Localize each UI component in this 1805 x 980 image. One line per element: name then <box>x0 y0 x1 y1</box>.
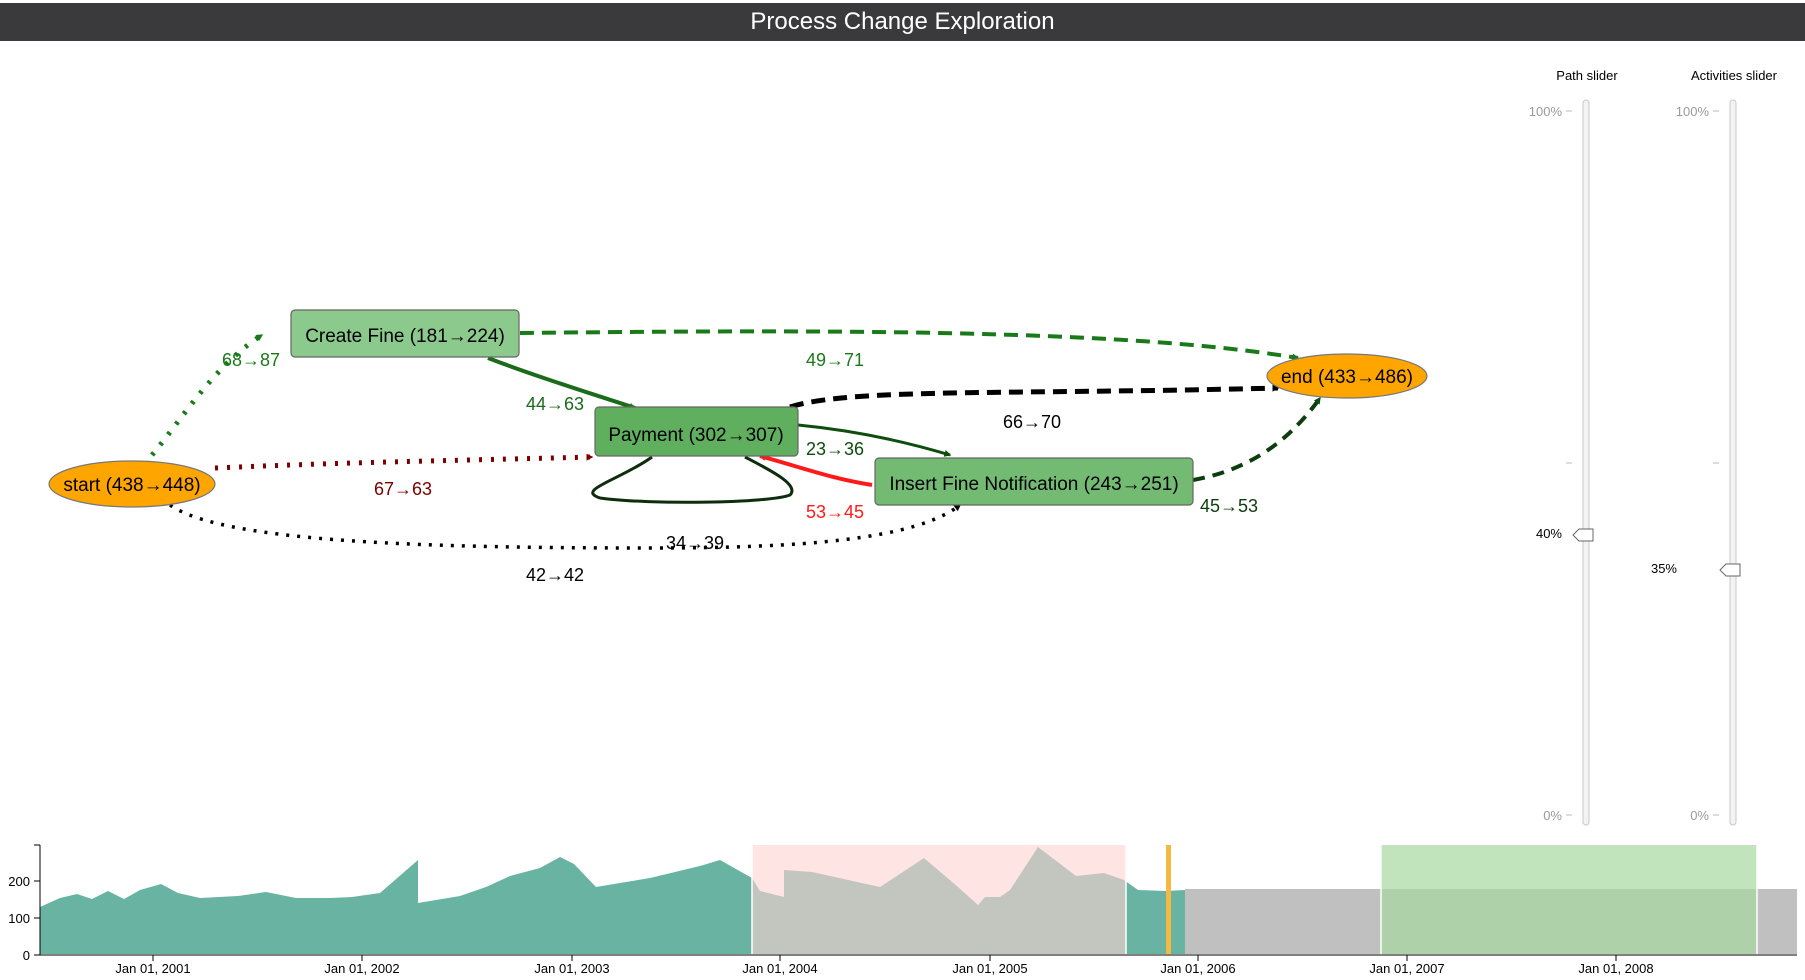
edge-payment-self[interactable] <box>591 455 794 504</box>
timeline-x-tick: Jan 01, 2004 <box>742 961 817 976</box>
node-payment[interactable]: Payment (302→307) <box>594 406 799 457</box>
timeline-after-window[interactable] <box>1381 845 1757 954</box>
edge-label-start-payment: 67→63 <box>374 479 432 499</box>
edge-label-payment-insert: 23→36 <box>806 439 864 459</box>
timeline-y-tick: 200 <box>8 874 30 889</box>
edge-create-fine-end[interactable] <box>519 329 1300 361</box>
path-slider[interactable]: Path slider 100% 0% 40% <box>1529 68 1619 826</box>
edge-label-create-fine-end: 49→71 <box>806 350 864 370</box>
timeline-chart <box>40 845 1797 954</box>
timeline-x-tick: Jan 01, 2007 <box>1369 961 1444 976</box>
edge-label-create-fine-payment: 44→63 <box>526 394 584 414</box>
path-slider-track[interactable] <box>1582 99 1590 826</box>
activities-slider[interactable]: Activities slider 100% 0% 35% <box>1651 68 1778 826</box>
timeline-x-tick: Jan 01, 2002 <box>324 961 399 976</box>
timeline-current-marker[interactable] <box>1166 845 1171 954</box>
timeline-x-tick: Jan 01, 2001 <box>115 961 190 976</box>
node-create-fine-label: Create Fine (181→224) <box>305 326 505 347</box>
path-slider-value-label: 40% <box>1536 526 1562 541</box>
timeline-y-tick: 100 <box>8 911 30 926</box>
timeline-x-tick: Jan 01, 2003 <box>534 961 609 976</box>
edge-label-insert-payment: 53→45 <box>806 502 864 522</box>
node-start[interactable]: start (438→448) <box>48 460 216 508</box>
node-insert-fine-notification-label: Insert Fine Notification (243→251) <box>889 474 1178 495</box>
activities-slider-title: Activities slider <box>1691 68 1778 83</box>
path-slider-handle[interactable] <box>1572 528 1594 542</box>
path-slider-max-label: 100% <box>1529 104 1563 119</box>
timeline-x-axis: Jan 01, 2001 Jan 01, 2002 Jan 01, 2003 J… <box>40 954 1797 976</box>
timeline-x-tick: Jan 01, 2005 <box>952 961 1027 976</box>
node-end[interactable]: end (433→486) <box>1266 353 1428 399</box>
node-insert-fine-notification[interactable]: Insert Fine Notification (243→251) <box>874 457 1194 506</box>
node-start-label: start (438→448) <box>63 475 200 496</box>
path-slider-min-label: 0% <box>1543 808 1562 823</box>
process-map-canvas: 68→87 49→71 44→63 66→70 23→36 53→45 45→5… <box>8 68 1797 976</box>
node-payment-label: Payment (302→307) <box>608 425 783 446</box>
timeline-y-tick: 0 <box>23 948 30 963</box>
activities-slider-max-label: 100% <box>1676 104 1710 119</box>
edge-payment-end[interactable] <box>789 384 1280 410</box>
activities-slider-min-label: 0% <box>1690 808 1709 823</box>
activities-slider-handle[interactable] <box>1719 563 1741 577</box>
edge-label-payment-self: 42→42 <box>526 565 584 585</box>
edge-label-start-insert: 34→39 <box>666 533 724 553</box>
timeline-before-window[interactable] <box>752 845 1126 954</box>
node-create-fine[interactable]: Create Fine (181→224) <box>290 309 520 358</box>
activities-slider-track[interactable] <box>1729 99 1737 826</box>
edge-label-insert-end: 45→53 <box>1200 496 1258 516</box>
path-slider-title: Path slider <box>1556 68 1618 83</box>
edge-start-payment[interactable] <box>214 453 594 471</box>
timeline-y-axis: 200 100 0 <box>8 844 41 963</box>
activities-slider-value-label: 35% <box>1651 561 1677 576</box>
edge-label-start-create-fine: 68→87 <box>222 350 280 370</box>
edge-insert-end[interactable] <box>1192 396 1322 482</box>
node-end-label: end (433→486) <box>1281 367 1413 388</box>
timeline-x-tick: Jan 01, 2006 <box>1160 961 1235 976</box>
timeline-x-tick: Jan 01, 2008 <box>1578 961 1653 976</box>
edge-label-payment-end: 66→70 <box>1003 412 1061 432</box>
edge-insert-payment[interactable] <box>758 454 873 487</box>
